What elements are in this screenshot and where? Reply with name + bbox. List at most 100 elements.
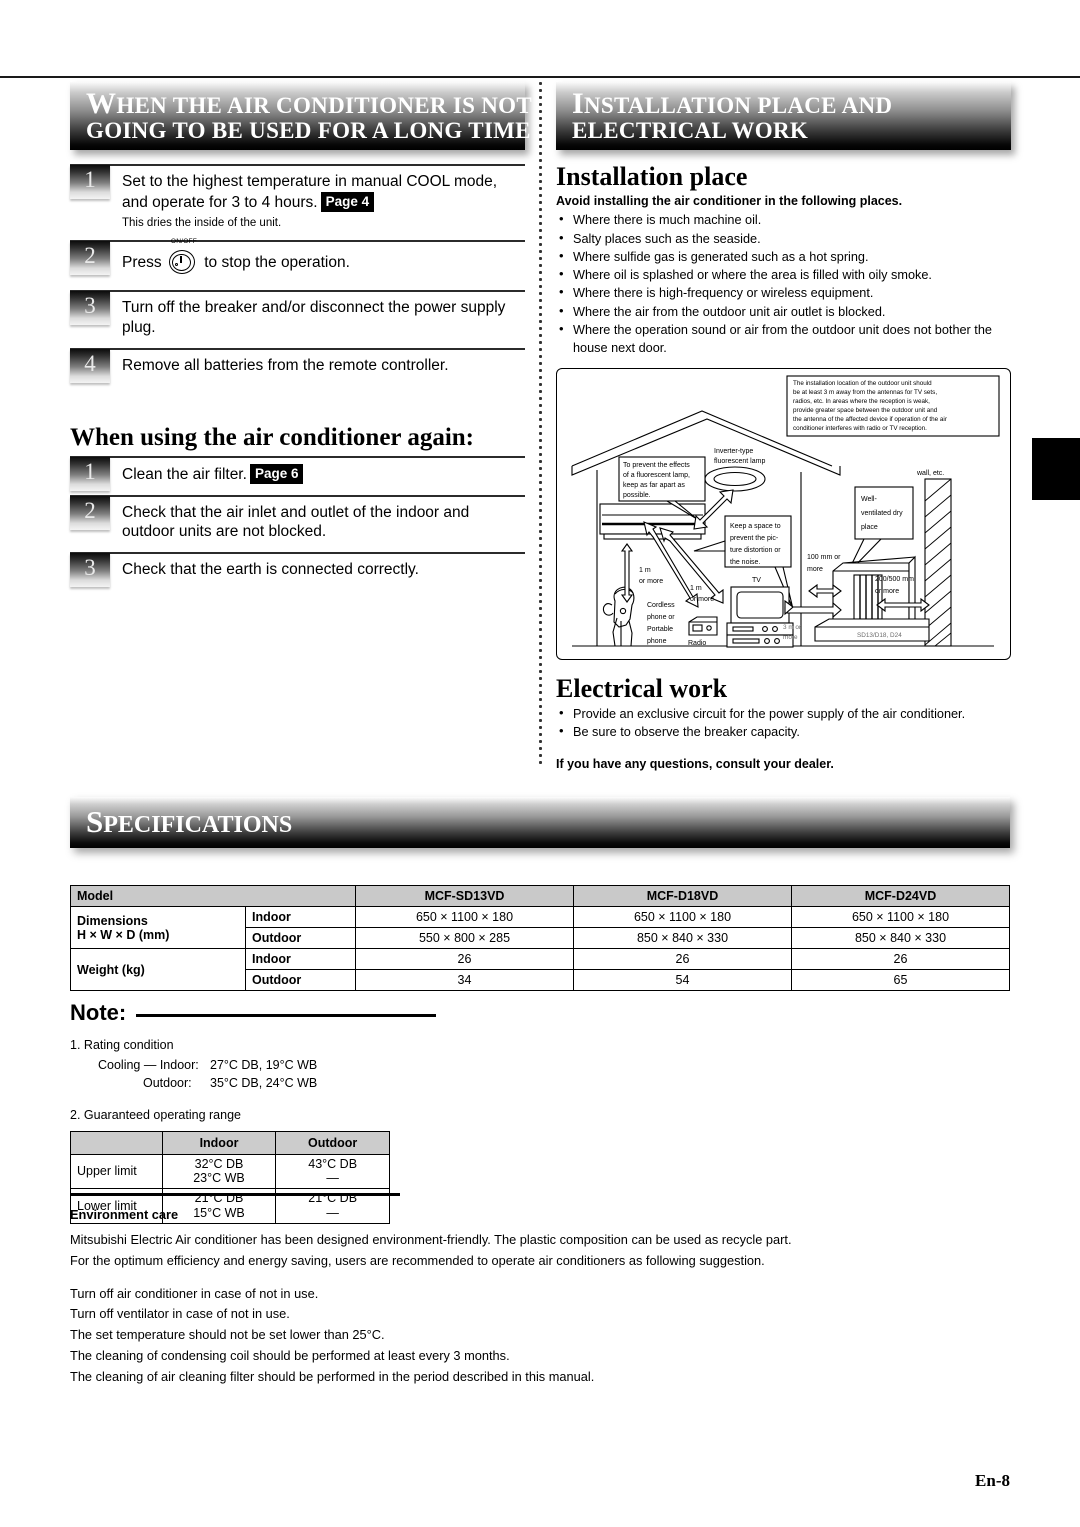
reuse-step-3: 3 Check that the earth is connected corr… xyxy=(70,552,525,592)
row-sub-outdoor: Outdoor xyxy=(245,927,356,949)
banner-dropcap: S xyxy=(86,804,104,839)
dist-100mm-1: 100 mm or xyxy=(807,554,841,561)
installation-lead: Avoid installing the air conditioner in … xyxy=(556,194,903,209)
step-1-subtext: This dries the inside of the unit. xyxy=(122,216,282,229)
step-number: 4 xyxy=(70,348,110,383)
list-item: Where there is high-frequency or wireles… xyxy=(556,283,1011,302)
step-number: 3 xyxy=(70,553,110,588)
col-header-model: Model xyxy=(70,885,356,907)
specifications-banner-wrap: SPECIFICATIONS xyxy=(70,797,1010,848)
section-banner-specifications: SPECIFICATIONS xyxy=(70,797,1010,848)
range-value-wb: — xyxy=(326,1171,339,1186)
svg-text:conditioner interferes with ra: conditioner interferes with radio or TV … xyxy=(793,425,927,432)
dist-200-500-1: 200/500 mm xyxy=(875,576,914,583)
environment-tip: The cleaning of air cleaning filter shou… xyxy=(70,1368,595,1384)
table-row: Weight (kg) Indoor 26 26 26 xyxy=(70,948,1010,991)
radio-label: Radio xyxy=(688,640,706,647)
rating-outdoor: Outdoor: 35°C DB, 24°C WB xyxy=(98,1074,1010,1092)
step-number: 1 xyxy=(70,165,110,200)
row-group-weight: Weight (kg) xyxy=(70,948,246,991)
rating-cooling-indoor: Cooling — Indoor: 27°C DB, 19°C WB xyxy=(98,1056,1010,1074)
row-group-dimensions: Dimensions H × W × D (mm) xyxy=(70,906,246,949)
environment-heading: Environment care xyxy=(70,1207,179,1222)
installation-place-heading: Installation place xyxy=(556,162,748,192)
step-2-suffix: to stop the operation. xyxy=(204,254,350,272)
dist-3m-1: 3 m or xyxy=(783,624,802,631)
range-col-header-outdoor: Outdoor xyxy=(275,1130,390,1155)
step-2: 2 Press ON/OFF to stop the operation. xyxy=(70,238,525,290)
range-row-label-upper: Upper limit xyxy=(70,1153,163,1190)
power-symbol-icon xyxy=(168,250,195,275)
note-item-1: 1. Rating condition xyxy=(70,1036,1010,1054)
col-header-model-3: MCF-D24VD xyxy=(791,885,1010,907)
banner-line1: NSTALLATION PLACE AND xyxy=(583,93,893,118)
environment-tip: Turn off ventilator in case of not in us… xyxy=(70,1306,290,1322)
note-heading-row: Note: xyxy=(70,1000,1010,1026)
cordless-1: Cordless xyxy=(647,602,675,609)
cell-value: 650 × 1100 × 180 xyxy=(573,906,792,928)
range-col-header-indoor: Indoor xyxy=(161,1130,277,1155)
note-item-1-title: Rating condition xyxy=(83,1038,174,1052)
dist-1m-mid-2: or more xyxy=(690,596,714,603)
reuse-step-3-body: Check that the earth is connected correc… xyxy=(122,561,419,579)
reuse-steps: 1 Clean the air filter. Page 6 2 Check th… xyxy=(70,455,525,592)
list-item: Where sulfide gas is generated such as a… xyxy=(556,247,1011,266)
long-time-steps: 1 Set to the highest temperature in manu… xyxy=(70,164,525,398)
cell-value: 34 xyxy=(355,969,574,991)
col-header-model-1: MCF-SD13VD xyxy=(355,885,574,907)
note-item-2-title: Guaranteed operating range xyxy=(83,1108,241,1123)
installation-diagram-svg: The installation location of the outdoor… xyxy=(571,375,1000,648)
svg-text:The installation location of t: The installation location of the outdoor… xyxy=(793,380,932,387)
step-text: Set to the highest temperature in manual… xyxy=(122,172,525,213)
section-banner-installation: INSTALLATION PLACE AND ELECTRICAL WORK xyxy=(556,82,1011,151)
installation-diagram: The installation location of the outdoor… xyxy=(556,367,1011,660)
cell-value: 550 × 800 × 285 xyxy=(355,927,574,949)
banner-line2: ELECTRICAL WORK xyxy=(572,118,809,144)
cell-value: 26 xyxy=(573,948,792,970)
step-3: 3 Turn off the breaker and/or disconnect… xyxy=(70,290,525,348)
cell-value: 65 xyxy=(791,969,1010,991)
dist-3m-2: more xyxy=(783,634,798,641)
reuse-step-1: 1 Clean the air filter. Page 6 xyxy=(70,455,525,495)
row-group-line2: H × W × D (mm) xyxy=(77,927,170,942)
banner-text: PECIFICATIONS xyxy=(103,812,293,838)
list-item: Provide an exclusive circuit for the pow… xyxy=(556,704,1011,723)
list-item: Salty places such as the seaside. xyxy=(556,229,1011,248)
rating-cooling-label: Cooling — Indoor: xyxy=(98,1058,199,1073)
electrical-bullet-list: Provide an exclusive circuit for the pow… xyxy=(556,704,1011,742)
step-number: 2 xyxy=(70,495,110,530)
environment-paragraph: Mitsubishi Electric Air conditioner has … xyxy=(70,1232,792,1247)
cordless-4: phone xyxy=(647,638,667,645)
environment-paragraph: For the optimum efficiency and energy sa… xyxy=(70,1252,765,1268)
range-value-db: 43°C DB xyxy=(308,1156,358,1171)
model-stamp: SD13/D18, D24 xyxy=(857,632,902,639)
column-divider xyxy=(539,80,542,768)
range-cell-indoor-upper: 32°C DB 23°C WB xyxy=(161,1153,277,1190)
step-number: 3 xyxy=(70,291,110,326)
page-reference-badge[interactable]: Page 4 xyxy=(320,191,375,213)
dry-place-callout-3: place xyxy=(861,524,878,531)
reuse-step-2: 2 Check that the air inlet and outlet of… xyxy=(70,494,525,553)
step-1-body: Set to the highest temperature in manual… xyxy=(122,173,498,211)
row-group-line1: Dimensions xyxy=(77,913,148,928)
rating-cooling-value: 27°C DB, 19°C WB xyxy=(210,1058,318,1073)
electrical-work-heading: Electrical work xyxy=(556,673,728,703)
cell-value: 850 × 840 × 330 xyxy=(791,927,1010,949)
fluorescent-callout-3: keep as far apart as xyxy=(623,482,685,489)
cell-value: 850 × 840 × 330 xyxy=(573,927,792,949)
step-4: 4 Remove all batteries from the remote c… xyxy=(70,347,525,398)
reuse-step-1-body: Clean the air filter. xyxy=(122,465,247,483)
dist-200-500-2: or more xyxy=(875,588,899,595)
wall-label: wall, etc. xyxy=(916,470,944,477)
tv-callout-2: prevent the pic- xyxy=(730,535,779,542)
lamp-label-line1: Inverter-type xyxy=(714,448,753,455)
table-row: Dimensions H × W × D (mm) Indoor 650 × 1… xyxy=(70,906,1010,949)
cordless-3: Portable xyxy=(647,626,673,633)
on-off-button-icon: ON/OFF xyxy=(166,238,200,275)
row-sub-indoor: Indoor xyxy=(245,906,356,928)
reuse-step-2-body: Check that the air inlet and outlet of t… xyxy=(122,503,470,541)
page-reference-badge[interactable]: Page 6 xyxy=(249,463,304,485)
svg-text:the antenna of the affected de: the antenna of the affected device if op… xyxy=(793,416,947,423)
left-column: WHEN THE AIR CONDITIONER IS NOT GOING TO… xyxy=(70,82,532,592)
specifications-table: Model MCF-SD13VD MCF-D18VD MCF-D24VD Dim… xyxy=(70,885,1010,991)
